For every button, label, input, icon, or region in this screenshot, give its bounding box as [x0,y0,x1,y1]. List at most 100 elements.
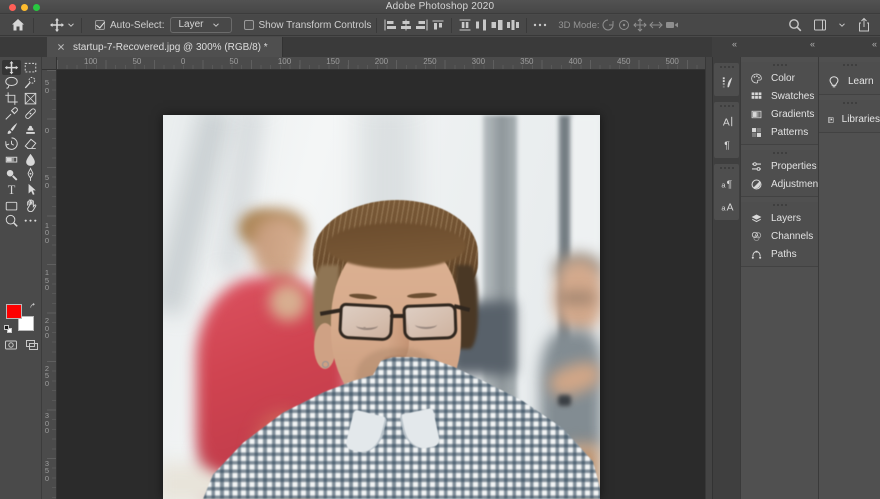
panel-tab-label: Layers [771,213,801,224]
drag-handle[interactable] [819,64,880,68]
chevron-down-icon[interactable] [66,20,76,30]
panel-group: PropertiesAdjustments [741,150,818,197]
move-tool-icon[interactable] [49,17,65,33]
auto-select-label: Auto-Select: [110,20,164,31]
show-transform-label: Show Transform Controls [259,20,372,31]
swap-colors-icon[interactable] [29,302,38,311]
pen-tool[interactable] [21,167,40,182]
lasso-tool[interactable] [2,75,21,90]
panel-tab-swatches[interactable]: Swatches [741,87,818,105]
ruler-label: 100 [82,57,97,66]
panel-tab-learn[interactable]: Learn [819,69,880,95]
chevron-down-icon[interactable] [837,20,847,30]
drag-handle[interactable] [741,64,818,68]
distribute-horizontal-centers-icon[interactable] [489,17,505,33]
3d-orbit-icon[interactable] [600,17,616,33]
ruler-label: 100 [276,57,291,66]
ruler-corner[interactable] [42,57,57,70]
distribute-top-edges-icon[interactable] [457,17,473,33]
align-left-edges-icon[interactable] [382,17,398,33]
drag-handle[interactable] [819,102,880,106]
share-icon[interactable] [856,17,872,33]
canvas-image[interactable] [163,115,600,499]
drag-handle[interactable] [714,66,739,70]
frame-tool[interactable] [21,91,40,106]
crop-tool[interactable] [2,91,21,106]
document-tab[interactable]: startup-7-Recovered.jpg @ 300% (RGB/8) * [47,37,283,57]
auto-select-target-dropdown[interactable]: Layer [170,17,231,33]
panel-tab-adjustments[interactable]: Adjustments [741,175,818,193]
collapse-dock-icon[interactable]: « [810,39,814,49]
panel-tab-paths[interactable]: Paths [741,245,818,263]
hand-tool[interactable] [21,198,40,213]
more-align-options-icon[interactable] [532,17,548,33]
3d-pan-icon[interactable] [632,17,648,33]
brush-settings-panel-icon[interactable] [714,71,740,94]
drag-handle[interactable] [741,204,818,208]
panel-tab-layers[interactable]: Layers [741,209,818,227]
character-panel-icon[interactable]: A [714,110,740,133]
drag-handle[interactable] [741,152,818,156]
drag-handle[interactable] [714,105,739,109]
distribute-vertical-centers-icon[interactable] [473,17,489,33]
quick-mask-mode-icon[interactable] [3,337,19,353]
path-selection-tool[interactable] [21,182,40,197]
canvas-pasteboard[interactable] [57,70,705,499]
brush-tool[interactable] [2,121,21,136]
panel-tab-patterns[interactable]: Patterns [741,123,818,141]
collapse-dock-icon[interactable]: « [732,39,736,49]
auto-select-target-value: Layer [178,19,203,30]
drag-handle[interactable] [714,167,739,171]
panel-tab-label: Paths [771,249,797,260]
screen-mode-icon[interactable] [24,337,40,353]
photo-man-hairline [326,223,466,269]
panel-tab-gradients[interactable]: Gradients [741,105,818,123]
character-styles-panel-icon[interactable]: aA [714,195,740,218]
paragraph-panel-icon[interactable]: ¶ [714,133,740,156]
align-right-edges-icon[interactable] [414,17,430,33]
align-top-edges-icon[interactable] [430,17,446,33]
move-tool[interactable] [2,60,21,75]
eraser-tool[interactable] [21,136,40,151]
default-colors-icon[interactable] [4,325,13,334]
panel-tab-color[interactable]: Color [741,69,818,87]
svg-text:¶: ¶ [724,140,730,151]
rectangle-tool[interactable] [2,198,21,213]
zoom-tool[interactable] [2,213,21,228]
3d-camera-icon[interactable] [664,17,680,33]
history-brush-tool[interactable] [2,136,21,151]
type-tool[interactable]: T [2,182,21,197]
horizontal-ruler[interactable]: 10050050100150200250300350400450500550 [57,57,705,70]
collapse-dock-icon[interactable]: « [872,39,876,49]
foreground-color-swatch[interactable] [6,304,22,319]
3d-slide-icon[interactable] [648,17,664,33]
show-transform-checkbox[interactable] [244,20,254,30]
eyedropper-tool[interactable] [2,106,21,121]
gradient-tool[interactable] [2,152,21,167]
search-icon[interactable] [787,17,803,33]
edit-toolbar-tool[interactable] [21,213,40,228]
rectangular-marquee-tool[interactable] [21,60,40,75]
quick-selection-tool[interactable] [21,75,40,90]
auto-select-checkbox[interactable] [95,20,105,30]
workspace-switcher-icon[interactable] [812,17,828,33]
close-tab-icon[interactable] [55,41,67,53]
panel-tab-properties[interactable]: Properties [741,157,818,175]
ruler-label: 2 0 0 [43,317,51,340]
vertical-ruler[interactable]: 5 005 01 0 01 5 02 0 02 5 03 0 03 5 0 [42,70,57,499]
panel-tab-libraries[interactable]: Libraries [819,107,880,133]
ruler-label: 50 [130,57,141,66]
photo-right-person-watch [558,395,571,406]
panel-group [714,63,739,96]
align-horizontal-centers-icon[interactable] [398,17,414,33]
distribute-spacing-icon[interactable] [505,17,521,33]
spot-healing-tool[interactable] [21,106,40,121]
ruler-label: 50 [227,57,238,66]
home-icon[interactable] [8,17,28,33]
paragraph-styles-panel-icon[interactable]: a¶ [714,172,740,195]
3d-roll-icon[interactable] [616,17,632,33]
dodge-tool[interactable] [2,167,21,182]
panel-tab-channels[interactable]: Channels [741,227,818,245]
blur-tool[interactable] [21,152,40,167]
clone-stamp-tool[interactable] [21,121,40,136]
